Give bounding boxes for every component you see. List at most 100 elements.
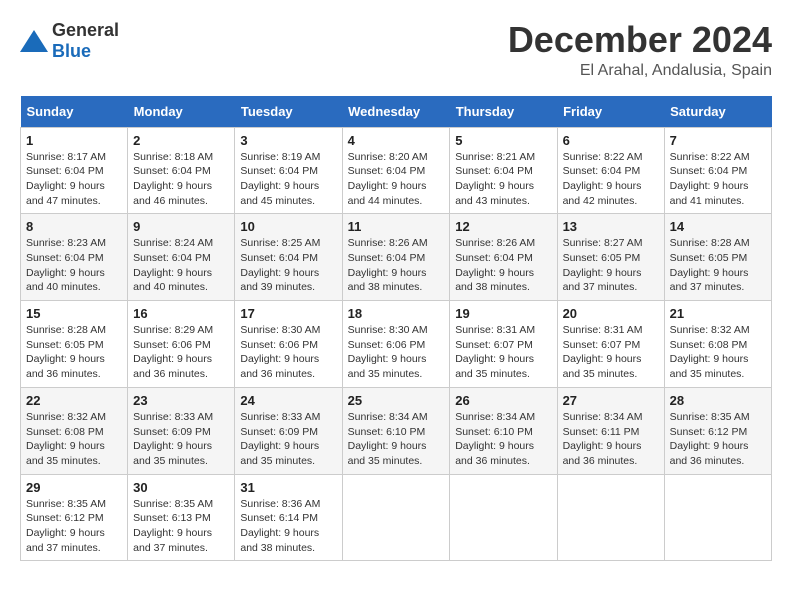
day-detail: Sunrise: 8:17 AMSunset: 6:04 PMDaylight:… [26,151,106,207]
calendar-week-5: 29 Sunrise: 8:35 AMSunset: 6:12 PMDaylig… [21,474,772,561]
calendar-cell: 26 Sunrise: 8:34 AMSunset: 6:10 PMDaylig… [450,387,557,474]
day-detail: Sunrise: 8:34 AMSunset: 6:11 PMDaylight:… [563,411,643,467]
day-number: 21 [670,306,766,321]
calendar-cell: 25 Sunrise: 8:34 AMSunset: 6:10 PMDaylig… [342,387,450,474]
location-title: El Arahal, Andalusia, Spain [508,62,772,80]
day-detail: Sunrise: 8:32 AMSunset: 6:08 PMDaylight:… [26,411,106,467]
calendar-cell: 13 Sunrise: 8:27 AMSunset: 6:05 PMDaylig… [557,214,664,301]
day-detail: Sunrise: 8:26 AMSunset: 6:04 PMDaylight:… [348,237,428,293]
calendar-cell: 15 Sunrise: 8:28 AMSunset: 6:05 PMDaylig… [21,301,128,388]
day-number: 29 [26,480,122,495]
weekday-header-saturday: Saturday [664,96,771,128]
day-number: 10 [240,219,336,234]
weekday-header-friday: Friday [557,96,664,128]
calendar-cell: 30 Sunrise: 8:35 AMSunset: 6:13 PMDaylig… [128,474,235,561]
calendar-cell [342,474,450,561]
day-detail: Sunrise: 8:35 AMSunset: 6:12 PMDaylight:… [670,411,750,467]
day-detail: Sunrise: 8:23 AMSunset: 6:04 PMDaylight:… [26,237,106,293]
calendar-week-3: 15 Sunrise: 8:28 AMSunset: 6:05 PMDaylig… [21,301,772,388]
calendar-body: 1 Sunrise: 8:17 AMSunset: 6:04 PMDayligh… [21,127,772,561]
calendar-week-2: 8 Sunrise: 8:23 AMSunset: 6:04 PMDayligh… [21,214,772,301]
calendar-cell: 24 Sunrise: 8:33 AMSunset: 6:09 PMDaylig… [235,387,342,474]
calendar-cell: 27 Sunrise: 8:34 AMSunset: 6:11 PMDaylig… [557,387,664,474]
day-number: 24 [240,393,336,408]
day-number: 16 [133,306,229,321]
calendar-cell: 19 Sunrise: 8:31 AMSunset: 6:07 PMDaylig… [450,301,557,388]
day-number: 15 [26,306,122,321]
calendar-cell: 3 Sunrise: 8:19 AMSunset: 6:04 PMDayligh… [235,127,342,214]
day-detail: Sunrise: 8:30 AMSunset: 6:06 PMDaylight:… [348,324,428,380]
calendar-cell: 4 Sunrise: 8:20 AMSunset: 6:04 PMDayligh… [342,127,450,214]
day-number: 27 [563,393,659,408]
day-detail: Sunrise: 8:22 AMSunset: 6:04 PMDaylight:… [670,151,750,207]
calendar-cell: 12 Sunrise: 8:26 AMSunset: 6:04 PMDaylig… [450,214,557,301]
calendar-cell [664,474,771,561]
day-detail: Sunrise: 8:25 AMSunset: 6:04 PMDaylight:… [240,237,320,293]
calendar-cell: 2 Sunrise: 8:18 AMSunset: 6:04 PMDayligh… [128,127,235,214]
day-number: 25 [348,393,445,408]
day-detail: Sunrise: 8:28 AMSunset: 6:05 PMDaylight:… [26,324,106,380]
calendar-cell [450,474,557,561]
day-number: 19 [455,306,551,321]
day-detail: Sunrise: 8:27 AMSunset: 6:05 PMDaylight:… [563,237,643,293]
day-detail: Sunrise: 8:31 AMSunset: 6:07 PMDaylight:… [563,324,643,380]
day-number: 4 [348,133,445,148]
day-detail: Sunrise: 8:28 AMSunset: 6:05 PMDaylight:… [670,237,750,293]
logo-text-general: General [52,20,119,40]
day-detail: Sunrise: 8:20 AMSunset: 6:04 PMDaylight:… [348,151,428,207]
calendar-cell: 28 Sunrise: 8:35 AMSunset: 6:12 PMDaylig… [664,387,771,474]
calendar-cell: 20 Sunrise: 8:31 AMSunset: 6:07 PMDaylig… [557,301,664,388]
calendar-table: SundayMondayTuesdayWednesdayThursdayFrid… [20,96,772,562]
calendar-cell: 1 Sunrise: 8:17 AMSunset: 6:04 PMDayligh… [21,127,128,214]
day-number: 1 [26,133,122,148]
day-detail: Sunrise: 8:21 AMSunset: 6:04 PMDaylight:… [455,151,535,207]
day-detail: Sunrise: 8:29 AMSunset: 6:06 PMDaylight:… [133,324,213,380]
day-number: 23 [133,393,229,408]
page-header: General Blue December 2024 El Arahal, An… [20,20,772,80]
day-number: 9 [133,219,229,234]
day-number: 13 [563,219,659,234]
day-detail: Sunrise: 8:36 AMSunset: 6:14 PMDaylight:… [240,498,320,554]
day-detail: Sunrise: 8:18 AMSunset: 6:04 PMDaylight:… [133,151,213,207]
weekday-header-wednesday: Wednesday [342,96,450,128]
calendar-cell: 23 Sunrise: 8:33 AMSunset: 6:09 PMDaylig… [128,387,235,474]
day-detail: Sunrise: 8:34 AMSunset: 6:10 PMDaylight:… [348,411,428,467]
calendar-cell [557,474,664,561]
day-number: 14 [670,219,766,234]
weekday-header-sunday: Sunday [21,96,128,128]
day-number: 22 [26,393,122,408]
day-number: 26 [455,393,551,408]
day-detail: Sunrise: 8:32 AMSunset: 6:08 PMDaylight:… [670,324,750,380]
calendar-cell: 9 Sunrise: 8:24 AMSunset: 6:04 PMDayligh… [128,214,235,301]
calendar-week-4: 22 Sunrise: 8:32 AMSunset: 6:08 PMDaylig… [21,387,772,474]
calendar-cell: 11 Sunrise: 8:26 AMSunset: 6:04 PMDaylig… [342,214,450,301]
day-number: 6 [563,133,659,148]
day-number: 17 [240,306,336,321]
calendar-cell: 8 Sunrise: 8:23 AMSunset: 6:04 PMDayligh… [21,214,128,301]
logo-icon [20,30,48,52]
day-detail: Sunrise: 8:33 AMSunset: 6:09 PMDaylight:… [133,411,213,467]
day-number: 5 [455,133,551,148]
calendar-header-row: SundayMondayTuesdayWednesdayThursdayFrid… [21,96,772,128]
calendar-cell: 17 Sunrise: 8:30 AMSunset: 6:06 PMDaylig… [235,301,342,388]
logo-text-blue: Blue [52,41,91,61]
day-detail: Sunrise: 8:30 AMSunset: 6:06 PMDaylight:… [240,324,320,380]
month-title: December 2024 [508,20,772,60]
calendar-cell: 21 Sunrise: 8:32 AMSunset: 6:08 PMDaylig… [664,301,771,388]
weekday-header-thursday: Thursday [450,96,557,128]
calendar-cell: 5 Sunrise: 8:21 AMSunset: 6:04 PMDayligh… [450,127,557,214]
calendar-cell: 31 Sunrise: 8:36 AMSunset: 6:14 PMDaylig… [235,474,342,561]
weekday-header-monday: Monday [128,96,235,128]
day-number: 31 [240,480,336,495]
calendar-cell: 10 Sunrise: 8:25 AMSunset: 6:04 PMDaylig… [235,214,342,301]
day-detail: Sunrise: 8:19 AMSunset: 6:04 PMDaylight:… [240,151,320,207]
day-detail: Sunrise: 8:22 AMSunset: 6:04 PMDaylight:… [563,151,643,207]
day-detail: Sunrise: 8:35 AMSunset: 6:13 PMDaylight:… [133,498,213,554]
day-number: 20 [563,306,659,321]
day-number: 18 [348,306,445,321]
calendar-week-1: 1 Sunrise: 8:17 AMSunset: 6:04 PMDayligh… [21,127,772,214]
day-number: 7 [670,133,766,148]
calendar-cell: 18 Sunrise: 8:30 AMSunset: 6:06 PMDaylig… [342,301,450,388]
day-detail: Sunrise: 8:24 AMSunset: 6:04 PMDaylight:… [133,237,213,293]
day-number: 12 [455,219,551,234]
